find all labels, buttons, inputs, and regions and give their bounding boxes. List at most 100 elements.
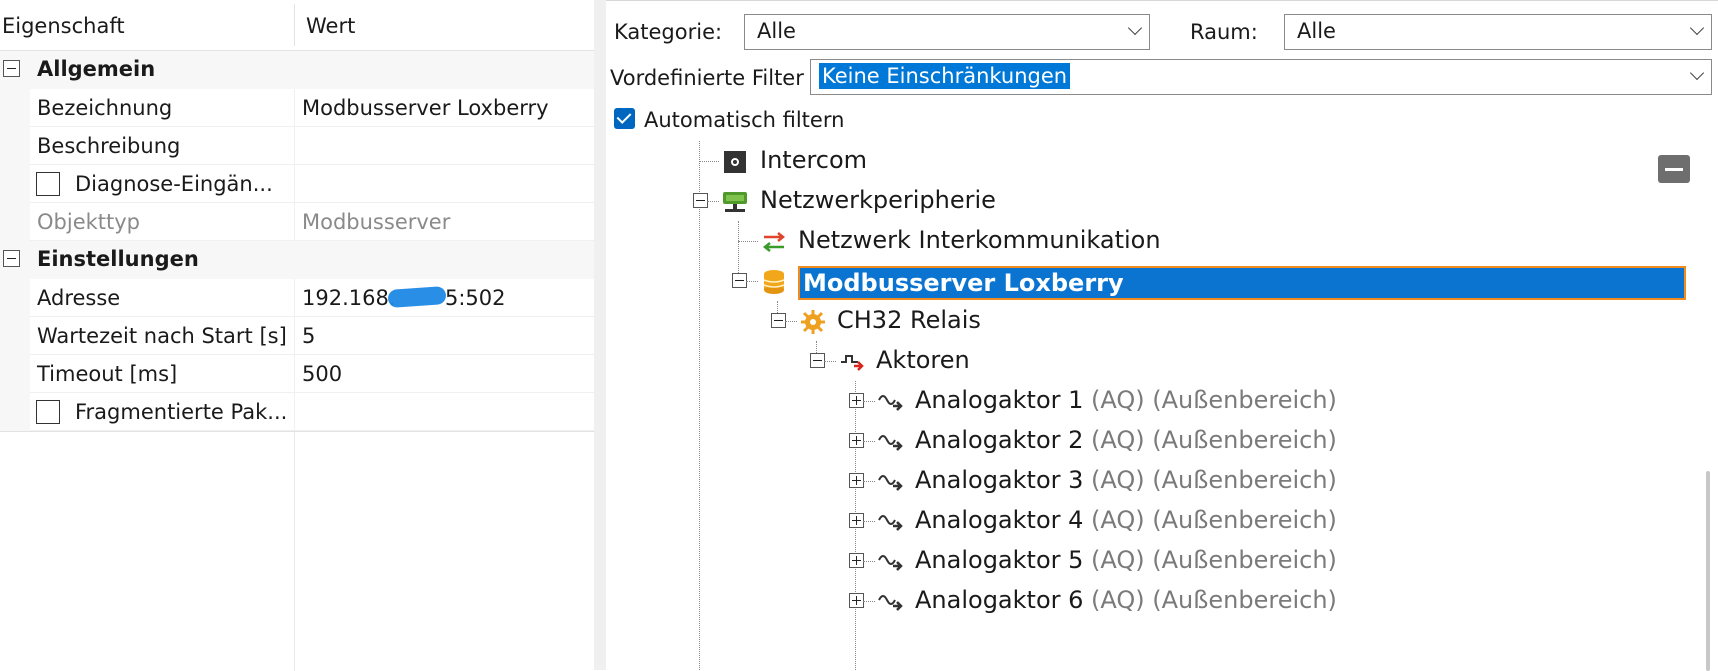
tree-node-analogaktor[interactable]: Analogaktor 2 (AQ) (Außenbereich): [606, 421, 1706, 461]
node-meta: (AQ) (Außenbereich): [1091, 466, 1337, 494]
cell-name: Bezeichnung: [30, 89, 294, 127]
cell-name: Adresse: [30, 279, 294, 317]
property-value: Modbusserver: [302, 210, 451, 234]
tree-node-modbusserver[interactable]: Modbusserver Loxberry: [606, 261, 1706, 301]
tree-line: [699, 161, 719, 162]
collapse-toggle[interactable]: [732, 273, 747, 288]
tree-node-analogaktor[interactable]: Analogaktor 5 (AQ) (Außenbereich): [606, 541, 1706, 581]
address-prefix[interactable]: 192.168.: [302, 286, 396, 310]
analog-actuator-icon: [878, 475, 903, 491]
tree-node-analogaktor[interactable]: Analogaktor 6 (AQ) (Außenbereich): [606, 581, 1706, 621]
chevron-down-icon: [1129, 25, 1141, 37]
node-label: CH32 Relais: [837, 306, 981, 334]
collapse-toggle[interactable]: [693, 193, 708, 208]
cell-name: Timeout [ms]: [30, 355, 294, 393]
cell-value[interactable]: 5: [294, 317, 595, 355]
vordefinierte-filter-value: Keine Einschränkungen: [819, 63, 1071, 89]
row-gutter: [0, 127, 30, 165]
diagnose-checkbox[interactable]: [36, 172, 60, 196]
property-value[interactable]: 5: [302, 324, 315, 348]
cell-value[interactable]: [294, 393, 595, 431]
collapse-toggle[interactable]: [771, 313, 786, 328]
tree-line: [824, 361, 836, 362]
tree-node-ch32-relais[interactable]: CH32 Relais: [606, 301, 1706, 341]
tree-line: [863, 441, 875, 442]
category-einstellungen[interactable]: Einstellungen: [0, 241, 594, 279]
expand-toggle[interactable]: [849, 433, 864, 448]
tree-node-analogaktor[interactable]: Analogaktor 3 (AQ) (Außenbereich): [606, 461, 1706, 501]
row-diagnose[interactable]: Diagnose-Eingän...: [0, 165, 595, 203]
node-label: Modbusserver Loxberry: [798, 266, 1686, 300]
vordefinierte-filter-dropdown[interactable]: Keine Einschränkungen: [810, 59, 1712, 95]
panel-splitter[interactable]: [594, 0, 606, 670]
chevron-down-icon: [1691, 70, 1703, 82]
header-wert[interactable]: Wert: [306, 14, 355, 38]
node-meta: (AQ) (Außenbereich): [1091, 506, 1337, 534]
property-value[interactable]: Modbusserver Loxberry: [302, 96, 549, 120]
row-wartezeit[interactable]: Wartezeit nach Start [s] 5: [0, 317, 595, 355]
property-name: Bezeichnung: [37, 96, 173, 120]
cell-value[interactable]: Modbusserver Loxberry: [294, 89, 595, 127]
row-objekttyp[interactable]: Objekttyp Modbusserver: [0, 203, 595, 241]
row-gutter: [0, 203, 30, 241]
raum-dropdown[interactable]: Alle: [1284, 14, 1712, 50]
kategorie-value: Alle: [757, 19, 796, 43]
cell-name: Diagnose-Eingän...: [30, 165, 294, 203]
tree-node-aktoren[interactable]: Aktoren: [606, 341, 1706, 381]
node-label: Analogaktor 6: [915, 586, 1084, 614]
collapse-toggle[interactable]: [810, 353, 825, 368]
fragmentiert-checkbox[interactable]: [36, 400, 60, 424]
row-fragmentiert[interactable]: Fragmentierte Pak...: [0, 393, 595, 431]
grid-empty-area: [0, 431, 594, 671]
tree-scrollbar[interactable]: [1706, 471, 1710, 671]
collapse-all-button[interactable]: [1658, 155, 1690, 183]
property-value[interactable]: 500: [302, 362, 342, 386]
tree-node-interkommunikation[interactable]: Netzwerk Interkommunikation: [606, 221, 1706, 261]
grid-body: Allgemein Bezeichnung Modbusserver Loxbe…: [0, 51, 595, 431]
node-label: Netzwerkperipherie: [760, 186, 996, 214]
expand-toggle[interactable]: [849, 473, 864, 488]
tree-node-analogaktor[interactable]: Analogaktor 1 (AQ) (Außenbereich): [606, 381, 1706, 421]
node-meta: (AQ) (Außenbereich): [1091, 546, 1337, 574]
row-bezeichnung[interactable]: Bezeichnung Modbusserver Loxberry: [0, 89, 595, 127]
cell-value[interactable]: 500: [294, 355, 595, 393]
property-grid: Eigenschaft Wert Allgemein Bezeichnung M…: [0, 0, 595, 671]
row-adresse[interactable]: Adresse 192.168. 5:502: [0, 279, 595, 317]
tree-node-intercom[interactable]: Intercom: [606, 141, 1706, 181]
vordefinierte-filter-selected-text: Keine Einschränkungen: [819, 63, 1071, 89]
analog-actuator-icon: [878, 515, 903, 531]
tree-node-analogaktor[interactable]: Analogaktor 4 (AQ) (Außenbereich): [606, 501, 1706, 541]
expand-toggle[interactable]: [849, 513, 864, 528]
expand-toggle[interactable]: [849, 393, 864, 408]
address-suffix[interactable]: 5:502: [445, 286, 506, 310]
node-label: Netzwerk Interkommunikation: [798, 226, 1161, 254]
cell-name: Objekttyp: [30, 203, 294, 241]
category-allgemein[interactable]: Allgemein: [0, 51, 594, 89]
row-timeout[interactable]: Timeout [ms] 500: [0, 355, 595, 393]
redaction-scribble: [387, 285, 447, 309]
tree-node-netzwerkperipherie[interactable]: Netzwerkperipherie: [606, 181, 1706, 221]
header-eigenschaft[interactable]: Eigenschaft: [2, 14, 125, 38]
cell-name: Wartezeit nach Start [s]: [30, 317, 294, 355]
collapse-toggle[interactable]: [3, 60, 20, 77]
row-gutter: [0, 393, 30, 431]
property-name: Objekttyp: [37, 210, 141, 234]
auto-filter-checkbox[interactable]: [614, 108, 635, 129]
cell-value[interactable]: 192.168. 5:502: [294, 279, 595, 317]
kategorie-dropdown[interactable]: Alle: [744, 14, 1150, 50]
header-divider[interactable]: [294, 4, 295, 46]
collapse-toggle[interactable]: [3, 250, 20, 267]
cell-value[interactable]: [294, 127, 595, 165]
object-tree: Intercom Netzwerkperipherie Netzwerk Int…: [606, 141, 1718, 671]
tree-line: [707, 201, 719, 202]
cell-value: Modbusserver: [294, 203, 595, 241]
node-label: Intercom: [760, 146, 868, 174]
cell-value[interactable]: [294, 165, 595, 203]
analog-actuator-icon: [878, 555, 903, 571]
expand-toggle[interactable]: [849, 553, 864, 568]
node-meta: (AQ) (Außenbereich): [1091, 386, 1337, 414]
filter-bar: Kategorie: Alle Raum: Alle Vordefinierte…: [606, 0, 1718, 142]
expand-toggle[interactable]: [849, 593, 864, 608]
row-beschreibung[interactable]: Beschreibung: [0, 127, 595, 165]
vordefinierte-filter-label: Vordefinierte Filter: [610, 66, 804, 90]
